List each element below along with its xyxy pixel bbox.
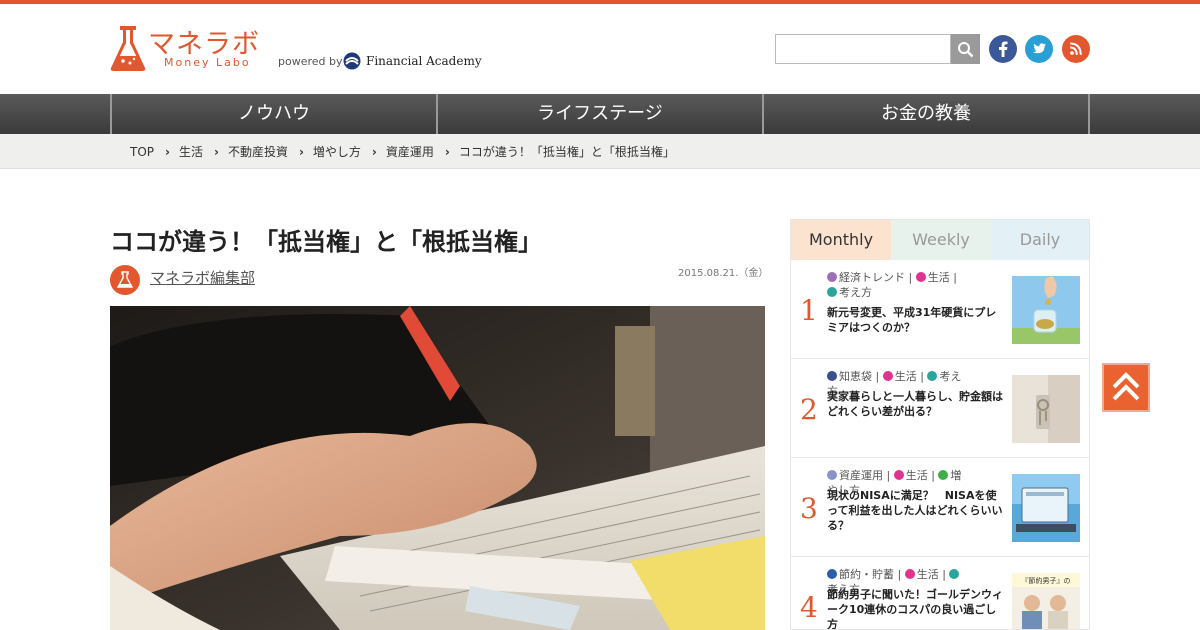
chevron-right-icon: › xyxy=(444,145,450,159)
ranking-item[interactable]: 1 経済トレンド | 生活 | 考え方 新元号変更、平成31年硬貨にプレミアはつ… xyxy=(791,260,1089,359)
breadcrumb-item-top[interactable]: TOP xyxy=(130,145,154,159)
chevron-right-icon: › xyxy=(371,145,377,159)
twitter-link[interactable] xyxy=(1025,35,1053,63)
category-icon xyxy=(938,470,949,480)
tag-label[interactable]: 資産運用 xyxy=(839,469,883,482)
category-icon xyxy=(882,371,893,381)
author-name-link[interactable]: マネラボ編集部 xyxy=(150,267,255,288)
thumbnail-caption: 『節約男子』の xyxy=(1022,576,1071,585)
rank-number: 2 xyxy=(800,393,818,426)
ranking-item[interactable]: 3 資産運用 | 生活 | 増やし方 現状のNISAに満足？ NISAを使って利… xyxy=(791,458,1089,557)
category-icon xyxy=(904,569,915,579)
tag-label[interactable]: 生活 xyxy=(928,271,950,284)
category-icon xyxy=(827,371,837,381)
tag-label[interactable]: 生活 xyxy=(917,568,939,581)
rank-article-title[interactable]: 新元号変更、平成31年硬貨にプレミアはつくのか？ xyxy=(827,305,1005,335)
search-input[interactable] xyxy=(775,34,951,64)
rank-number: 1 xyxy=(800,294,818,327)
category-icon xyxy=(915,272,926,282)
tag-label[interactable]: 節約・貯蓄 xyxy=(839,568,894,581)
tab-monthly[interactable]: Monthly xyxy=(791,220,891,260)
article-hero-image xyxy=(110,306,765,630)
rank-thumbnail[interactable]: 『節約男子』の xyxy=(1012,573,1080,629)
category-icon xyxy=(827,287,837,297)
rank-number: 3 xyxy=(800,492,818,525)
financial-academy-logo[interactable]: Financial Academy xyxy=(343,51,483,71)
nav-item-lifestage[interactable]: ライフステージ xyxy=(436,94,762,134)
breadcrumb-item-current: ココが違う！「抵当権」と「根抵当権」 xyxy=(458,145,675,159)
breadcrumb-item-asset-management[interactable]: 資産運用 xyxy=(386,145,434,159)
facebook-icon xyxy=(989,35,1017,63)
financial-academy-mark-icon xyxy=(343,52,361,70)
tab-weekly[interactable]: Weekly xyxy=(891,220,991,260)
tag-label[interactable]: 生活 xyxy=(895,370,917,383)
author-avatar[interactable] xyxy=(110,265,140,295)
chevron-right-icon: › xyxy=(165,145,170,159)
rss-link[interactable] xyxy=(1062,35,1090,63)
tag-label[interactable]: 生活 xyxy=(906,469,928,482)
category-icon xyxy=(827,272,837,282)
ranking-item[interactable]: 4 節約・貯蓄 | 生活 | 考え方 節約男子に聞いた！ゴールデンウィーク10連… xyxy=(791,557,1089,629)
rank-article-title[interactable]: 現状のNISAに満足？ NISAを使って利益を出した人はどれくらいいる？ xyxy=(827,488,1005,533)
nav-divider xyxy=(1088,94,1090,134)
tag-label[interactable]: 考え方 xyxy=(839,286,872,299)
twitter-icon xyxy=(1025,35,1053,63)
nav-item-knowhow[interactable]: ノウハウ xyxy=(110,94,436,134)
tag-label[interactable]: 経済トレンド xyxy=(839,271,905,284)
rank-thumbnail[interactable] xyxy=(1012,276,1080,344)
financial-academy-text: Financial Academy xyxy=(366,54,482,68)
category-icon xyxy=(827,470,837,480)
category-icon xyxy=(949,569,960,579)
breadcrumb-item-real-estate[interactable]: 不動産投資 xyxy=(228,145,288,159)
rank-tags: 経済トレンド | 生活 | 考え方 xyxy=(827,270,967,300)
rank-number: 4 xyxy=(800,591,818,624)
rank-thumbnail[interactable] xyxy=(1012,375,1080,443)
back-to-top-button[interactable] xyxy=(1102,363,1150,412)
rank-thumbnail[interactable] xyxy=(1012,474,1080,542)
flask-icon xyxy=(116,271,134,288)
article-title: ココが違う！「抵当権」と「根抵当権」 xyxy=(110,228,542,256)
site-logo[interactable]: マネラボ Money Labo xyxy=(110,24,270,74)
category-icon xyxy=(893,470,904,480)
flask-icon xyxy=(110,26,146,71)
breadcrumb: TOP › 生活 › 不動産投資 › 増やし方 › 資産運用 › ココが違う！「抵当権」と「根抵当権… xyxy=(130,143,675,160)
ranking-item[interactable]: 2 知恵袋 | 生活 | 考え方 実家暮らしと一人暮らし、貯金額はどれくらい差が… xyxy=(791,359,1089,458)
double-chevron-up-icon xyxy=(1112,372,1140,401)
search-button[interactable] xyxy=(951,34,980,64)
chevron-right-icon: › xyxy=(298,145,304,159)
tag-label[interactable]: 知恵袋 xyxy=(839,370,872,383)
rss-icon xyxy=(1062,35,1090,63)
search-icon xyxy=(958,42,974,58)
rank-article-title[interactable]: 実家暮らしと一人暮らし、貯金額はどれくらい差が出る？ xyxy=(827,389,1005,419)
facebook-link[interactable] xyxy=(989,35,1017,63)
category-icon xyxy=(927,371,938,381)
global-nav: ノウハウ ライフステージ お金の教養 xyxy=(0,94,1200,134)
breadcrumb-item-life[interactable]: 生活 xyxy=(179,145,203,159)
article-date: 2015.08.21.（金） xyxy=(678,268,769,279)
tab-daily[interactable]: Daily xyxy=(991,220,1089,260)
breadcrumb-bar: TOP › 生活 › 不動産投資 › 増やし方 › 資産運用 › ココが違う！「抵当権」と「根抵当権… xyxy=(0,134,1200,169)
category-icon xyxy=(827,569,837,579)
top-accent-bar xyxy=(0,0,1200,4)
logo-english-text: Money Labo xyxy=(164,56,251,69)
rank-article-title[interactable]: 節約男子に聞いた！ゴールデンウィーク10連休のコスパの良い過ごし方 xyxy=(827,587,1005,629)
nav-item-money-education[interactable]: お金の教養 xyxy=(762,94,1088,134)
ranking-panel: Monthly Weekly Daily 1 経済トレンド | 生活 | 考え方… xyxy=(790,219,1090,630)
powered-by-label: powered by xyxy=(278,55,343,68)
chevron-right-icon: › xyxy=(213,145,219,159)
breadcrumb-item-increase[interactable]: 増やし方 xyxy=(313,145,361,159)
